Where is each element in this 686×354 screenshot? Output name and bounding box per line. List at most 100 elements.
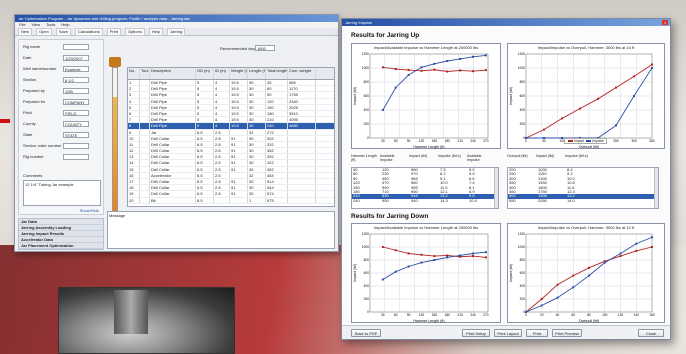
- column-header[interactable]: ID (in): [214, 68, 230, 79]
- table-cell: [288, 160, 316, 166]
- form-row-field[interactable]: 8 1/2 Section: [63, 77, 89, 83]
- table-cell: 19.5: [230, 98, 248, 104]
- close-button[interactable]: Close: [638, 329, 664, 337]
- scrollbar[interactable]: [654, 168, 658, 208]
- data-point-impact: [484, 69, 487, 72]
- table-cell: 2340: [288, 98, 316, 104]
- table-cell: 2.8: [214, 148, 230, 154]
- results-row[interactable]: 550 2050 14.0: [508, 199, 658, 203]
- results-cell: 14.0: [567, 198, 575, 203]
- form-row-field[interactable]: STATE: [63, 132, 89, 138]
- table-cell: 5: [196, 117, 214, 123]
- table-cell: 585: [288, 80, 316, 86]
- table-cell: 4: [214, 92, 230, 98]
- data-point-impact: [633, 75, 635, 78]
- scrollbar[interactable]: [494, 168, 498, 208]
- form-row: State STATE: [23, 132, 103, 138]
- module-placement[interactable]: Jar Placement Optimization: [19, 243, 103, 249]
- column-header[interactable]: Cum. weight: [288, 68, 316, 79]
- table-cell: 5: [196, 110, 214, 117]
- hammer-results-list[interactable]: 30 120 980 7.5 5.0 60 230 970 8.2 5.9 90 350 965 9.1 6…: [351, 167, 499, 209]
- table-cell: 4: [128, 98, 140, 104]
- form-row-field[interactable]: [63, 44, 89, 50]
- recommended-depth-field[interactable]: 1800: [255, 45, 275, 51]
- x-tick-label: 160: [649, 313, 655, 317]
- show-hide-link[interactable]: Show/Hide: [80, 208, 99, 213]
- gauge-top-cap: [109, 57, 121, 67]
- data-point-impulse: [525, 311, 527, 313]
- results-column-header: Available Impulse: [380, 154, 395, 162]
- comments-field[interactable]: 12 1/4" Tubing Jar example: [23, 180, 101, 206]
- table-cell: [288, 154, 316, 160]
- table-cell: Drill Collar: [150, 160, 196, 166]
- table-cell: [288, 185, 316, 191]
- button-bar: Save to PDF Print Setup Print Layout Pri…: [342, 325, 670, 339]
- print-layout-button[interactable]: Print Layout: [494, 329, 522, 337]
- print-button[interactable]: Print: [106, 27, 121, 36]
- jarring-button[interactable]: Jarring: [167, 27, 186, 36]
- form-row-field[interactable]: [63, 143, 89, 149]
- photo-center-shaft: [114, 290, 148, 334]
- table-cell: 4: [214, 86, 230, 92]
- save-pdf-button[interactable]: Save to PDF: [351, 329, 381, 337]
- data-point-impulse: [446, 60, 449, 62]
- column-header[interactable]: Weight (lb/ft): [230, 68, 248, 79]
- form-row-field[interactable]: Example: [63, 66, 89, 72]
- form-row: Prepared for COMPANY: [23, 99, 103, 105]
- x-tick-label: 250: [613, 139, 619, 143]
- print-preview-button[interactable]: Print Preview: [552, 329, 582, 337]
- table-row[interactable]: 20 Bit 8.5 1 575: [128, 197, 334, 204]
- form-row-field[interactable]: COUNTY: [63, 121, 89, 127]
- table-cell: 30: [266, 80, 288, 86]
- table-cell: 19.5: [230, 80, 248, 86]
- column-header[interactable]: OD (in): [196, 68, 214, 79]
- y-tick-label: 1200: [362, 52, 369, 56]
- y-tick-label: 600: [520, 271, 526, 275]
- form-row-field[interactable]: FIELD: [63, 110, 89, 116]
- form-row-label: Rig number: [23, 154, 44, 159]
- column-header[interactable]: Length (ft): [248, 68, 266, 79]
- print-setup-button[interactable]: Print Setup: [462, 329, 490, 337]
- table-cell: 150: [266, 104, 288, 110]
- table-cell: [230, 172, 248, 178]
- column-header[interactable]: Total length (ft): [266, 68, 288, 79]
- x-tick-label: 90: [407, 139, 411, 143]
- new-button[interactable]: New: [18, 27, 33, 36]
- column-header[interactable]: No.: [128, 68, 140, 79]
- table-cell: 90: [266, 92, 288, 98]
- calculations-button[interactable]: Calculations: [74, 27, 103, 36]
- help-button[interactable]: Help: [148, 27, 163, 36]
- table-cell: 2.8: [214, 179, 230, 185]
- column-header[interactable]: Description: [150, 68, 196, 79]
- table-cell: 91: [230, 148, 248, 154]
- form-row-field[interactable]: 1/23/2007: [63, 55, 89, 61]
- results-row[interactable]: 240 950 940 14.3 10.4: [352, 199, 498, 203]
- form-row-field[interactable]: [63, 154, 89, 160]
- x-tick-label: 240: [470, 139, 476, 143]
- options-button[interactable]: Options: [124, 27, 145, 36]
- table-cell: 6.5: [196, 154, 214, 160]
- print-button-right[interactable]: Print: [526, 329, 548, 337]
- y-tick-label: 1000: [362, 245, 369, 249]
- column-header[interactable]: Tool: [140, 68, 150, 79]
- data-point-impact: [572, 274, 575, 277]
- jar-program-window: Jar Optimization Program - Jar dynamics …: [14, 14, 339, 252]
- open-button[interactable]: Open: [36, 27, 52, 36]
- chart-up-left: Impact/Available Impulse vs Hammer Lengt…: [351, 43, 501, 149]
- table-cell: 302: [266, 135, 288, 141]
- overpull-results-list[interactable]: 200 1000 8.4 250 1150 9.2 300 1300 10.0 350 1450 10…: [507, 167, 659, 209]
- results-column-header: Impact (lbf): [536, 154, 554, 158]
- save-button[interactable]: Save: [55, 27, 71, 36]
- table-cell: Drill Pipe: [150, 86, 196, 92]
- y-tick-label: 800: [364, 80, 370, 84]
- data-point-impulse: [619, 252, 622, 255]
- form-row-label: Prepared for: [23, 99, 46, 104]
- form-row-field[interactable]: COMPANY: [63, 99, 89, 105]
- x-tick-label: 30: [381, 313, 385, 317]
- table-cell: 332: [266, 141, 288, 148]
- jarring-impulse-window: Jarring Impulse × Results for Jarring Up…: [341, 18, 671, 340]
- close-icon[interactable]: ×: [662, 20, 668, 25]
- table-cell: Drill Collar: [150, 141, 196, 148]
- table-cell: 5: [196, 104, 214, 110]
- form-row-field[interactable]: JOB NUMBER: [63, 88, 89, 94]
